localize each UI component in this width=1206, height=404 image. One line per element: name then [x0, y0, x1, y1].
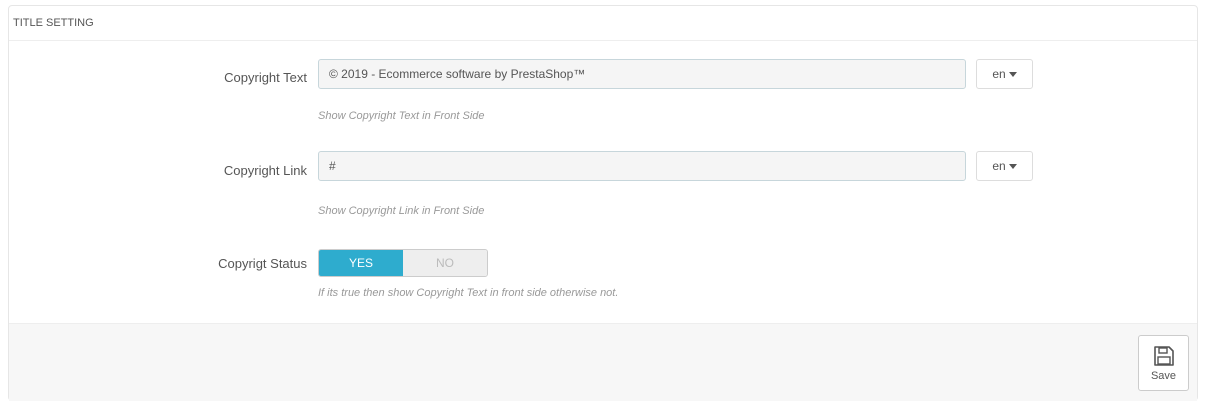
panel-footer: Save — [9, 323, 1197, 401]
copyright-status-help: If its true then show Copyright Text in … — [318, 287, 619, 299]
language-code: en — [992, 159, 1006, 173]
copyright-text-input[interactable] — [318, 59, 966, 89]
language-code: en — [992, 67, 1006, 81]
caret-down-icon — [1008, 164, 1017, 169]
panel-title: TITLE SETTING — [13, 17, 94, 29]
copyright-status-switch[interactable]: YES NO — [318, 249, 488, 277]
save-label: Save — [1150, 369, 1177, 382]
switch-yes-option[interactable]: YES — [319, 250, 403, 276]
save-button[interactable]: Save — [1138, 335, 1189, 391]
floppy-disk-icon — [1153, 345, 1174, 366]
copyright-text-language-dropdown[interactable]: en — [976, 59, 1033, 89]
copyright-text-label: Copyright Text — [224, 70, 307, 85]
copyright-link-label: Copyright Link — [223, 163, 307, 178]
caret-down-icon — [1008, 72, 1017, 77]
copyright-link-input[interactable] — [318, 151, 966, 181]
copyright-text-help: Show Copyright Text in Front Side — [318, 110, 485, 122]
copyright-link-language-dropdown[interactable]: en — [976, 151, 1033, 181]
title-setting-panel: TITLE SETTING Copyright Text en Show Cop… — [8, 5, 1198, 401]
switch-no-option[interactable]: NO — [403, 250, 487, 276]
copyright-link-help: Show Copyright Link in Front Side — [318, 205, 485, 217]
panel-heading: TITLE SETTING — [9, 6, 1197, 41]
copyright-status-label: Copyrigt Status — [218, 256, 307, 271]
